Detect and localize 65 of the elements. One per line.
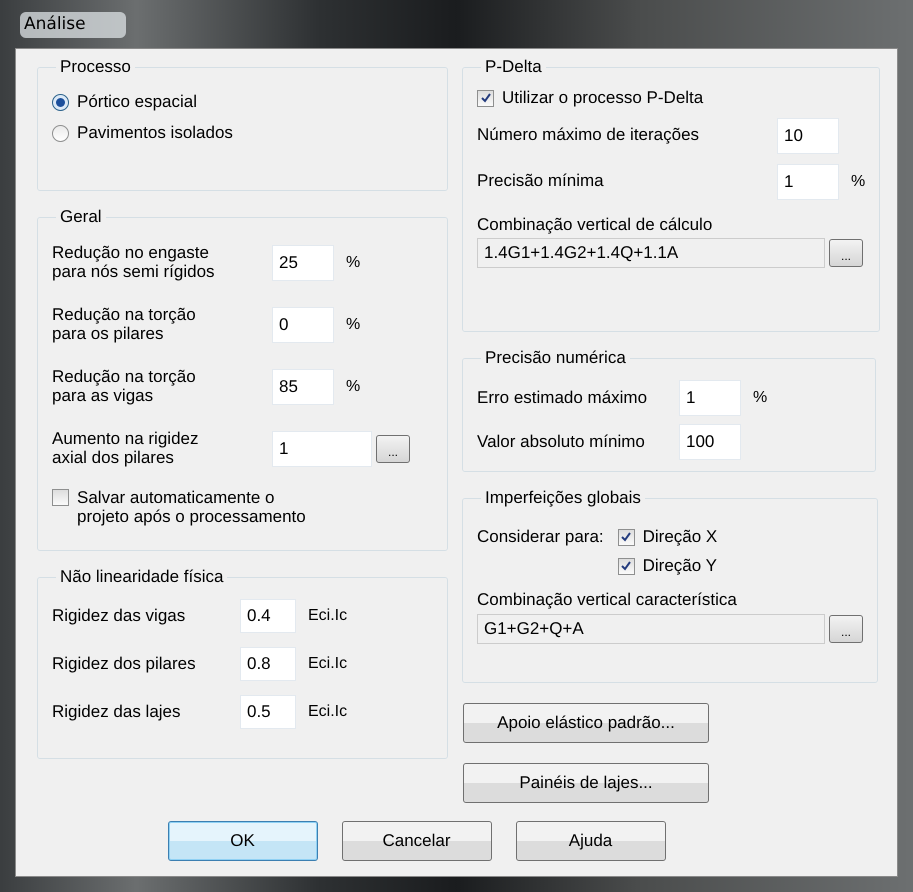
browse-button[interactable]: ... xyxy=(376,435,410,463)
field-label: Redução na torção para as vigas xyxy=(52,368,197,406)
dialog-button[interactable]: Painéis de lajes... xyxy=(463,763,709,803)
field-label: Número máximo de iterações xyxy=(477,126,700,146)
checkbox-label: Utilizar o processo P-Delta xyxy=(502,89,704,108)
unit-label: Eci.Ic xyxy=(308,655,348,673)
input-field[interactable]: 1.4G1+1.4G2+1.4Q+1.1A xyxy=(477,238,825,268)
radio-label: Pavimentos isolados xyxy=(77,124,233,142)
unit-label: % xyxy=(851,172,866,191)
browse-button[interactable]: ... xyxy=(829,239,863,268)
input-field[interactable]: 0.5 xyxy=(240,695,296,729)
check-icon xyxy=(620,560,632,572)
unit-label: % xyxy=(346,254,360,272)
checkbox[interactable] xyxy=(477,90,494,107)
dialog-button[interactable]: Ajuda xyxy=(516,821,666,861)
browse-button[interactable]: ... xyxy=(829,615,863,644)
input-field[interactable]: 0.8 xyxy=(240,647,296,681)
radio-button[interactable] xyxy=(52,94,69,111)
field-label: Combinação vertical característica xyxy=(477,591,738,610)
dialog-button[interactable]: Cancelar xyxy=(342,821,492,861)
group-title: P-Delta xyxy=(484,57,543,77)
field-label: Valor absoluto mínimo xyxy=(477,432,646,452)
input-field[interactable]: G1+G2+Q+A xyxy=(477,614,825,644)
checkbox[interactable] xyxy=(52,489,69,506)
checkbox-label: Salvar automaticamente o projeto após o processamento xyxy=(77,489,306,526)
field-label: Rigidez das vigas xyxy=(52,606,186,626)
checkbox-label: Direção Y xyxy=(642,556,717,576)
field-label: Redução no engaste para nós semi rígidos xyxy=(52,244,216,282)
input-field[interactable]: 25 xyxy=(272,245,334,281)
unit-label: % xyxy=(753,389,768,407)
window-title: Análise xyxy=(20,12,126,38)
input-field[interactable]: 1 xyxy=(777,164,839,200)
check-icon xyxy=(480,92,492,104)
dialog-button[interactable]: OK xyxy=(168,821,318,861)
field-label: Redução na torção para os pilares xyxy=(52,306,197,344)
checkbox-label: Direção X xyxy=(642,528,718,547)
input-field[interactable]: 1 xyxy=(272,431,372,467)
input-field[interactable]: 1 xyxy=(679,380,741,416)
input-field[interactable]: 0 xyxy=(272,307,334,343)
field-label: Considerar para: xyxy=(477,526,604,548)
group-title: Não linearidade física xyxy=(59,567,224,587)
group-title: Imperfeições globais xyxy=(484,488,642,508)
group-title: Geral xyxy=(59,207,103,227)
unit-label: % xyxy=(346,378,360,396)
field-label: Rigidez das lajes xyxy=(52,702,182,722)
unit-label: % xyxy=(346,316,360,334)
radio-label: Pórtico espacial xyxy=(77,93,198,112)
dialog-button[interactable]: Apoio elástico padrão... xyxy=(463,703,709,743)
field-label: Precisão mínima xyxy=(477,172,605,192)
field-label: Aumento na rigidez axial dos pilares xyxy=(52,430,200,468)
input-field[interactable]: 100 xyxy=(679,424,741,460)
input-field[interactable]: 85 xyxy=(272,369,334,405)
group-title: Precisão numérica xyxy=(484,348,627,368)
group-title: Processo xyxy=(59,57,132,77)
radio-button[interactable] xyxy=(52,124,69,142)
unit-label: Eci.Ic xyxy=(308,607,348,625)
check-icon xyxy=(620,531,632,544)
field-label: Rigidez dos pilares xyxy=(52,654,197,674)
unit-label: Eci.Ic xyxy=(308,703,348,721)
input-field[interactable]: 0.4 xyxy=(240,599,296,633)
checkbox[interactable] xyxy=(618,558,635,575)
field-label: Erro estimado máximo xyxy=(477,388,648,408)
checkbox[interactable] xyxy=(618,528,635,546)
input-field[interactable]: 10 xyxy=(777,118,839,154)
field-label: Combinação vertical de cálculo xyxy=(477,216,714,234)
